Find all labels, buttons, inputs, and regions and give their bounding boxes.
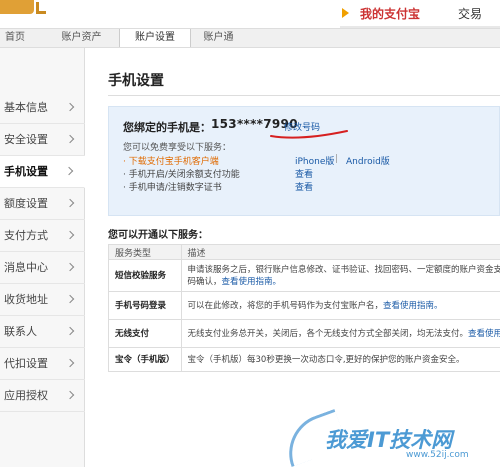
service-name: 宝令（手机版） <box>108 347 182 372</box>
service-name: 无线支付 <box>108 319 182 348</box>
top-nav-trade[interactable]: 交易 <box>458 5 482 22</box>
sidebar-item-label: 支付方式 <box>4 229 48 242</box>
tab-home[interactable]: 首页 <box>0 29 30 47</box>
sidebar-item-label: 安全设置 <box>4 133 48 146</box>
sidebar-item-security[interactable]: 安全设置 <box>0 124 85 156</box>
sidebar-item-label: 联系人 <box>4 325 37 338</box>
usage-guide-link[interactable]: 查看使用指南。 <box>222 277 282 287</box>
bound-phone-label: 您绑定的手机是： <box>123 121 211 134</box>
column-header: 描述 <box>180 244 500 260</box>
sidebar-item-contacts[interactable]: 联系人 <box>0 316 85 348</box>
chevron-right-icon <box>65 262 75 272</box>
sidebar-item-phone-settings[interactable]: 手机设置 <box>0 156 85 188</box>
chevron-right-icon <box>65 358 75 368</box>
service-name: 手机号码登录 <box>108 291 182 320</box>
sidebar-item-label: 手机设置 <box>4 165 48 178</box>
sidebar-item-payment-methods[interactable]: 支付方式 <box>0 220 85 252</box>
sub-nav: 首页 账户资产 账户设置 账户通 <box>0 28 500 48</box>
chevron-right-icon <box>65 390 75 400</box>
sidebar-item-label: 代扣设置 <box>4 357 48 370</box>
main-content: 手机设置 您绑定的手机是： 153****7990 修改号码 您可以免费享受以下… <box>86 48 500 467</box>
bound-phone-panel: 您绑定的手机是： 153****7990 修改号码 您可以免费享受以下服务： ·… <box>108 106 500 216</box>
tab-account-assets[interactable]: 账户资产 <box>44 29 119 47</box>
chevron-right-icon <box>65 326 75 336</box>
top-nav: 我的支付宝 交易 <box>340 0 482 26</box>
table-row: 短信校验服务 申请该服务之后，银行账户信息修改、证书验证、找回密码、一定额度的账… <box>108 259 500 292</box>
title-divider <box>108 95 500 96</box>
usage-guide-link[interactable]: 查看使用指南。 <box>383 301 443 311</box>
sidebar-item-auto-debit[interactable]: 代扣设置 <box>0 348 85 380</box>
page-title: 手机设置 <box>108 73 164 89</box>
sidebar-item-label: 额度设置 <box>4 197 48 210</box>
tab-account-settings[interactable]: 账户设置 <box>119 29 191 47</box>
watermark-domain: www.52ij.com <box>406 450 469 460</box>
chevron-right-icon <box>65 102 75 112</box>
service-certificate: · 手机申请/注销数字证书 <box>123 183 222 193</box>
service-description: 宝令（手机版）每30秒更换一次动态口令,更好的保护您的账户资金安全。 <box>180 347 500 372</box>
alipay-logo[interactable] <box>0 0 48 16</box>
sidebar-item-label: 收货地址 <box>4 293 48 306</box>
page: 我的支付宝 交易 首页 账户资产 账户设置 账户通 基本信息 安全设置 手机设置… <box>0 0 500 467</box>
services-table: 服务类型 描述 短信校验服务 申请该服务之后，银行账户信息修改、证书验证、找回密… <box>108 244 500 372</box>
sidebar-item-shipping-address[interactable]: 收货地址 <box>0 284 85 316</box>
table-header-row: 服务类型 描述 <box>108 244 500 260</box>
view-balance-link[interactable]: 查看 <box>295 167 313 180</box>
chevron-right-icon <box>64 166 74 176</box>
table-row: 无线支付 无线支付业务总开关，关闭后，各个无线支付方式全部关闭，均无法支付。查看… <box>108 319 500 348</box>
top-nav-my-alipay[interactable]: 我的支付宝 <box>340 5 420 22</box>
sidebar-item-basic-info[interactable]: 基本信息 <box>0 92 85 124</box>
service-description: 可以在此修改，将您的手机号码作为支付宝账户名，查看使用指南。 <box>180 291 500 320</box>
chevron-right-icon <box>65 294 75 304</box>
sidebar-item-label: 基本信息 <box>4 101 48 114</box>
chevron-right-icon <box>65 198 75 208</box>
table-row: 手机号码登录 可以在此修改，将您的手机号码作为支付宝账户名，查看使用指南。 <box>108 291 500 320</box>
available-services-heading: 您可以开通以下服务： <box>108 230 208 241</box>
free-services-intro: 您可以免费享受以下服务： <box>123 143 232 153</box>
description-line: 码确认，查看使用指南。 <box>187 276 282 287</box>
usage-guide-link[interactable]: 查看使用 <box>468 329 500 339</box>
sidebar-item-message-center[interactable]: 消息中心 <box>0 252 85 284</box>
sidebar-item-app-authorization[interactable]: 应用授权 <box>0 380 85 412</box>
service-name: 短信校验服务 <box>108 259 182 292</box>
description-line: 申请该服务之后，银行账户信息修改、证书验证、找回密码、一定额度的账户资金支 <box>187 264 500 275</box>
service-description: 申请该服务之后，银行账户信息修改、证书验证、找回密码、一定额度的账户资金支 码确… <box>180 259 500 292</box>
android-link[interactable]: Android版 <box>346 154 390 167</box>
top-header: 我的支付宝 交易 <box>0 0 500 29</box>
chevron-right-icon <box>65 134 75 144</box>
service-description: 无线支付业务总开关，关闭后，各个无线支付方式全部关闭，均无法支付。查看使用 <box>180 319 500 348</box>
chevron-right-icon <box>65 230 75 240</box>
view-certificate-link[interactable]: 查看 <box>295 180 313 193</box>
watermark: 我爱IT技术网 www.52ij.com <box>277 408 493 467</box>
column-header: 服务类型 <box>108 244 182 260</box>
link-separator: | <box>335 154 339 164</box>
arrow-right-icon <box>342 7 349 18</box>
red-annotation-stroke <box>270 130 348 139</box>
table-row: 宝令（手机版） 宝令（手机版）每30秒更换一次动态口令,更好的保护您的账户资金安… <box>108 347 500 372</box>
sidebar-item-label: 消息中心 <box>4 261 48 274</box>
sidebar: 基本信息 安全设置 手机设置 额度设置 支付方式 消息中心 收货地址 联系人 代… <box>0 48 85 467</box>
service-download-client[interactable]: · 下载支付宝手机客户端 <box>123 154 219 167</box>
sidebar-item-label: 应用授权 <box>4 389 48 402</box>
service-balance-toggle: · 手机开启/关闭余额支付功能 <box>123 170 240 180</box>
top-nav-label: 我的支付宝 <box>360 6 421 21</box>
sidebar-item-limit-settings[interactable]: 额度设置 <box>0 188 85 220</box>
iphone-link[interactable]: iPhone版 <box>295 154 334 167</box>
tab-account-pass[interactable]: 账户通 <box>191 29 246 47</box>
